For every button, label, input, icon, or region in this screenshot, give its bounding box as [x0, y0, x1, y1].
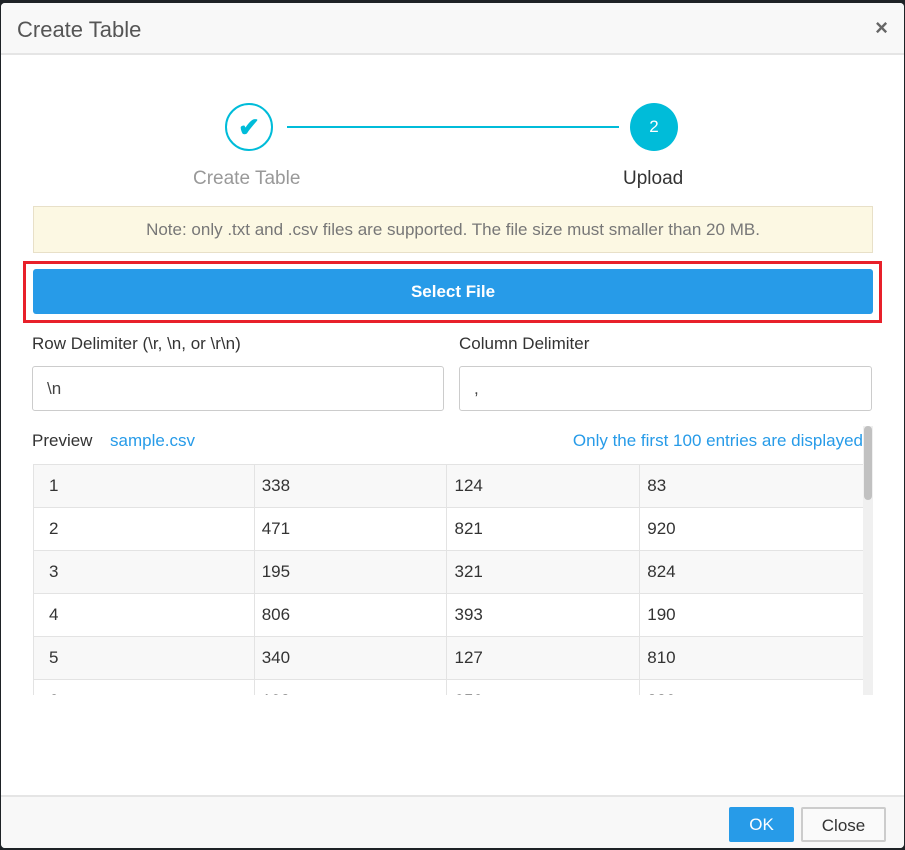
table-cell: 321: [446, 550, 641, 594]
table-row: 1 338 124 83: [33, 464, 864, 508]
table-cell: 340: [253, 636, 448, 680]
table-cell: 338: [253, 464, 448, 508]
table-cell: 183: [253, 679, 448, 695]
step-1-label: Create Table: [193, 168, 301, 189]
preview-table: 1 338 124 83 2 471 821 920 3 195 321 824 4 806 393 190 5…: [33, 464, 864, 695]
preview-label: Preview: [32, 431, 93, 450]
table-cell: 190: [639, 593, 864, 637]
table-cell: 124: [446, 464, 641, 508]
note-banner: Note: only .txt and .csv files are suppo…: [33, 206, 873, 253]
table-row: 4 806 393 190: [33, 593, 864, 637]
preview-info: Only the first 100 entries are displayed: [572, 431, 863, 450]
table-row: 2 471 821 920: [33, 507, 864, 551]
dialog-header: Create Table ×: [1, 3, 904, 55]
table-cell: 4: [33, 593, 255, 637]
table-cell: 3: [33, 550, 255, 594]
step-2-number: 2: [630, 103, 678, 151]
step-2-label: Upload: [623, 168, 684, 189]
table-cell: 2: [33, 507, 255, 551]
table-cell: 127: [446, 636, 641, 680]
row-delimiter-label: Row Delimiter (\r, \n, or \r\n): [32, 334, 241, 353]
table-cell: 250: [446, 679, 641, 695]
table-cell: 6: [33, 679, 255, 695]
table-cell: 810: [639, 636, 864, 680]
table-cell: 806: [253, 593, 448, 637]
column-delimiter-label: Column Delimiter: [459, 334, 590, 353]
close-icon[interactable]: ×: [875, 15, 888, 41]
table-cell: 5: [33, 636, 255, 680]
create-table-dialog: Create Table × ✔ 2 Create Table Upload N…: [1, 3, 904, 848]
preview-scrollbar[interactable]: [863, 426, 873, 695]
ok-button[interactable]: OK: [729, 807, 794, 842]
table-cell: 83: [639, 464, 864, 508]
table-cell: 1: [33, 464, 255, 508]
table-cell: 824: [639, 550, 864, 594]
table-cell: 330: [639, 679, 864, 695]
table-row: 5 340 127 810: [33, 636, 864, 680]
column-delimiter-input[interactable]: ,: [459, 366, 872, 411]
preview-file-name: sample.csv: [110, 431, 196, 450]
select-file-button[interactable]: Select File: [33, 269, 873, 314]
step-1-check-icon: ✔: [225, 103, 273, 151]
table-cell: 195: [253, 550, 448, 594]
dialog-title: Create Table: [17, 17, 142, 42]
step-connector: [287, 126, 619, 128]
table-cell: 920: [639, 507, 864, 551]
scrollbar-thumb[interactable]: [864, 426, 872, 500]
table-cell: 471: [253, 507, 448, 551]
dialog-footer: OK Close: [1, 795, 904, 848]
table-cell: 821: [446, 507, 641, 551]
close-button[interactable]: Close: [801, 807, 886, 842]
table-row: 3 195 321 824: [33, 550, 864, 594]
row-delimiter-input[interactable]: \n: [32, 366, 444, 411]
table-cell: 393: [446, 593, 641, 637]
table-row: 6183250330: [33, 679, 864, 695]
